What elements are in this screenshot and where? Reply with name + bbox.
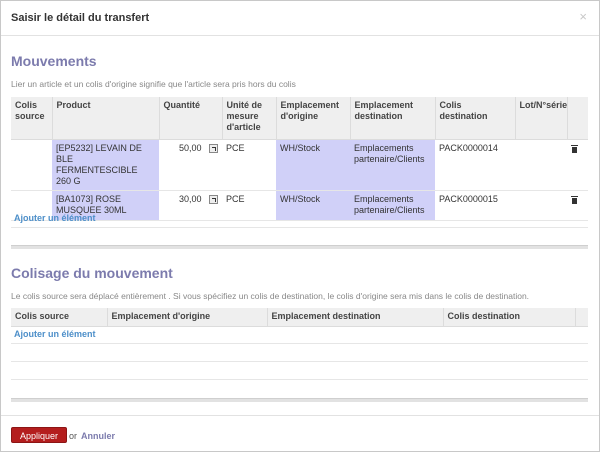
divider [11,227,588,228]
add-packaging-link[interactable]: Ajouter un élément [14,329,96,339]
divider [11,361,588,362]
dialog-footer: Appliquer or Annuler [1,415,599,452]
cell-emplacement-destination[interactable]: Emplacements partenaire/Clients [350,190,435,221]
cell-lot[interactable] [515,139,567,191]
or-label: or [69,431,78,441]
col-colis-destination[interactable]: Colis destination [434,97,515,140]
quantite-value: 30,00 [178,193,202,204]
movements-header-row: Colis source Product Quantité Unité de m… [11,97,588,140]
external-link-icon[interactable] [209,194,218,204]
add-movement-link[interactable]: Ajouter un élément [14,213,96,223]
cancel-link[interactable]: Annuler [81,431,115,441]
col-colis-source[interactable]: Colis source [11,308,107,327]
cell-delete [567,190,588,221]
section-separator [11,245,588,249]
dialog-header: Saisir le détail du transfert × [1,1,599,36]
packaging-table: Colis source Emplacement d'origine Empla… [11,308,588,327]
apply-button[interactable]: Appliquer [11,427,68,443]
quantite-value: 50,00 [178,142,202,153]
cell-product[interactable]: [EP5232] LEVAIN DE BLE FERMENTESCIBLE 26… [52,139,159,191]
transfer-detail-dialog: Saisir le détail du transfert × Mouvemen… [0,0,600,452]
col-emplacement-origine[interactable]: Emplacement d'origine [275,97,350,140]
col-emplacement-destination[interactable]: Emplacement destination [349,97,435,140]
col-quantite[interactable]: Quantité [158,97,222,140]
cell-colis-source[interactable] [11,139,52,191]
cell-lot[interactable] [515,190,567,221]
dialog-body: Mouvements Lier un article et un colis d… [1,37,599,415]
col-lot[interactable]: Lot/N°série [514,97,567,140]
table-row[interactable]: [EP5232] LEVAIN DE BLE FERMENTESCIBLE 26… [11,139,588,191]
col-emplacement-origine[interactable]: Emplacement d'origine [106,308,267,327]
movements-table: Colis source Product Quantité Unité de m… [11,97,588,221]
close-icon[interactable]: × [579,10,587,23]
cell-delete [567,139,588,191]
col-colis-destination[interactable]: Colis destination [442,308,575,327]
packaging-help: Le colis source sera déplacé entièrement… [11,291,530,301]
dialog-title: Saisir le détail du transfert [11,12,150,24]
cell-emplacement-origine[interactable]: WH/Stock [276,139,350,191]
cell-emplacement-destination[interactable]: Emplacements partenaire/Clients [350,139,435,191]
table-row[interactable]: [BA1073] ROSE MUSQUEE 30ML 30,00 PCE WH/… [11,190,588,221]
section-separator [11,398,588,402]
col-product[interactable]: Product [51,97,159,140]
cell-colis-destination[interactable]: PACK0000014 [435,139,515,191]
packaging-header-row: Colis source Emplacement d'origine Empla… [11,308,588,327]
external-link-icon[interactable] [209,143,218,153]
cell-unite[interactable]: PCE [222,190,276,221]
cell-colis-destination[interactable]: PACK0000015 [435,190,515,221]
cell-emplacement-origine[interactable]: WH/Stock [276,190,350,221]
cell-quantite[interactable]: 30,00 [159,190,222,221]
cell-unite[interactable]: PCE [222,139,276,191]
packaging-title: Colisage du mouvement [11,265,173,281]
col-unite[interactable]: Unité de mesure d'article [221,97,276,140]
trash-icon[interactable] [571,195,578,204]
col-colis-source[interactable]: Colis source [11,97,52,140]
movements-title: Mouvements [11,53,97,69]
divider [11,343,588,344]
movements-help: Lier un article et un colis d'origine si… [11,79,296,89]
cell-quantite[interactable]: 50,00 [159,139,222,191]
col-actions [574,308,588,327]
col-actions [566,97,588,140]
divider [11,379,588,380]
col-emplacement-destination[interactable]: Emplacement destination [266,308,443,327]
trash-icon[interactable] [571,144,578,153]
